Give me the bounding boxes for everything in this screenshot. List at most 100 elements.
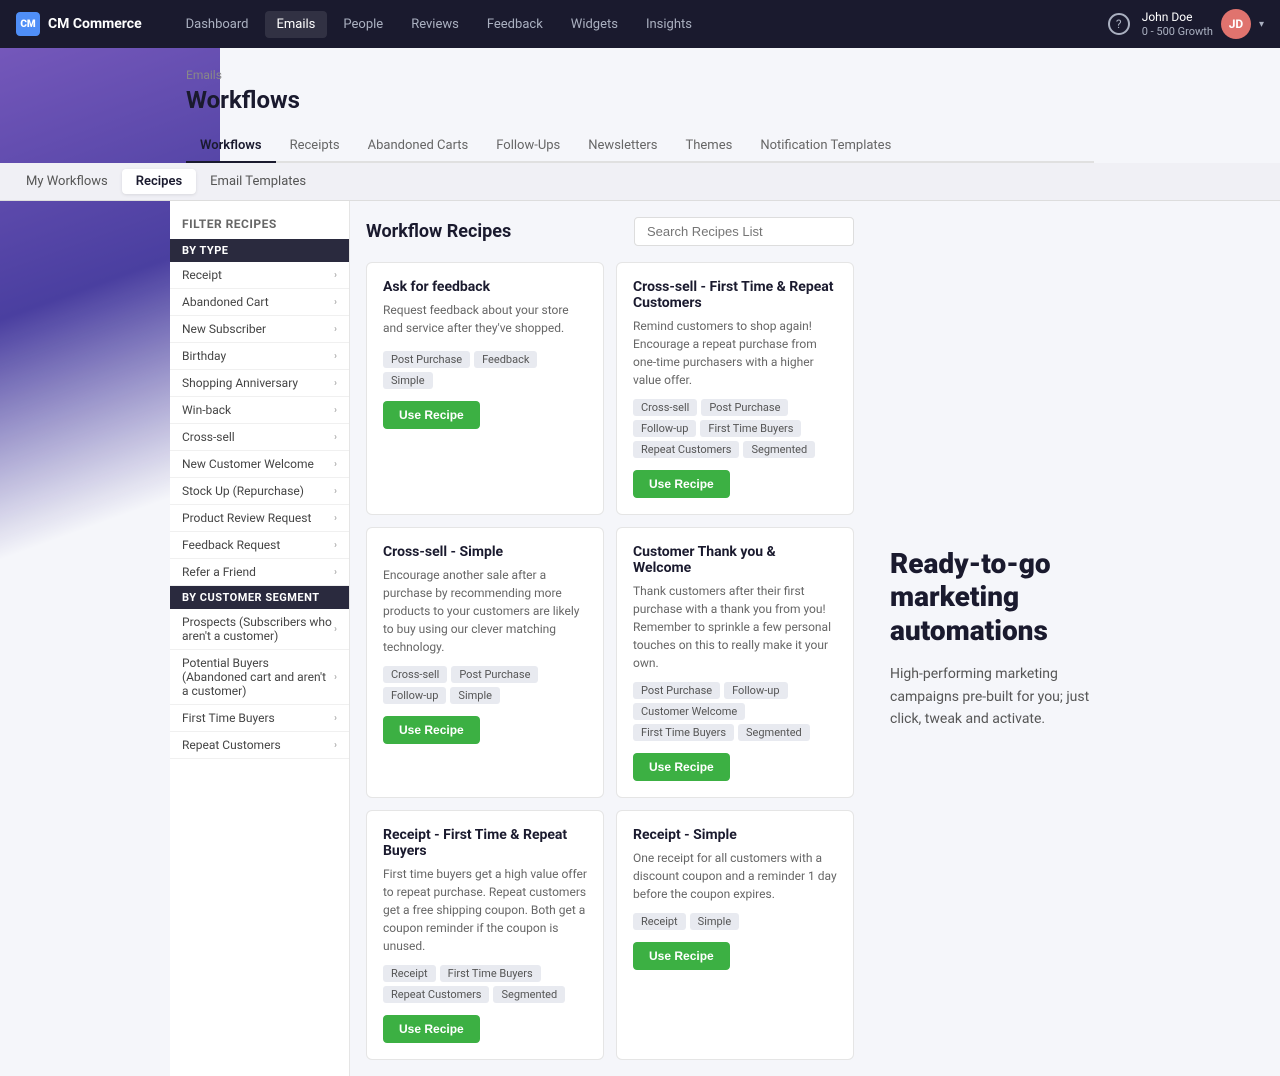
promo-desc: High-performing marketing campaigns pre-… (890, 663, 1090, 730)
recipe-tag: First Time Buyers (633, 724, 734, 741)
use-recipe-button[interactable]: Use Recipe (383, 716, 480, 744)
use-recipe-button[interactable]: Use Recipe (633, 470, 730, 498)
primary-tab-abandoned-carts[interactable]: Abandoned Carts (354, 130, 483, 163)
recipe-description: Remind customers to shop again! Encourag… (633, 317, 837, 389)
primary-tab-notification-templates[interactable]: Notification Templates (746, 130, 905, 163)
filter-item[interactable]: Birthday› (170, 343, 349, 370)
recipes-title: Workflow Recipes (366, 221, 511, 242)
filter-item[interactable]: Abandoned Cart› (170, 289, 349, 316)
outer-wrapper: Filter Recipes BY TYPEReceipt›Abandoned … (170, 201, 1110, 1076)
filter-item-label: Birthday (182, 349, 226, 363)
filter-item-label: Stock Up (Repurchase) (182, 484, 304, 498)
recipe-tag: Cross-sell (383, 666, 447, 683)
recipe-tag: Post Purchase (701, 399, 788, 416)
nav-right: ? John Doe 0 - 500 Growth JD ▾ (1108, 9, 1264, 39)
nav-item-reviews[interactable]: Reviews (399, 11, 471, 38)
filter-item[interactable]: Win-back› (170, 397, 349, 424)
recipe-tags: ReceiptFirst Time BuyersRepeat Customers… (383, 965, 587, 1003)
use-recipe-button[interactable]: Use Recipe (633, 753, 730, 781)
recipe-tags: Post PurchaseFollow-upCustomer WelcomeFi… (633, 682, 837, 741)
recipe-tag: Simple (450, 687, 500, 704)
secondary-tab-recipes[interactable]: Recipes (122, 169, 196, 194)
recipe-tag: Post Purchase (451, 666, 538, 683)
recipe-tag: Segmented (743, 441, 815, 458)
recipe-tags: Post PurchaseFeedback Simple (383, 351, 587, 389)
secondary-tab-my-workflows[interactable]: My Workflows (12, 169, 122, 194)
chevron-right-icon: › (334, 378, 337, 389)
filter-item-label: Receipt (182, 268, 222, 282)
recipe-card: Cross-sell - First Time & Repeat Custome… (616, 262, 854, 515)
filter-item-label: New Customer Welcome (182, 457, 314, 471)
nav-item-insights[interactable]: Insights (634, 11, 704, 38)
filter-item[interactable]: Receipt› (170, 262, 349, 289)
filter-item-label: Potential Buyers (Abandoned cart and are… (182, 656, 334, 698)
chevron-right-icon: › (334, 297, 337, 308)
filter-item[interactable]: Potential Buyers (Abandoned cart and are… (170, 650, 349, 705)
recipe-card: Cross-sell - SimpleEncourage another sal… (366, 527, 604, 798)
primary-tab-newsletters[interactable]: Newsletters (574, 130, 671, 163)
nav-item-dashboard[interactable]: Dashboard (174, 11, 261, 38)
recipe-name: Receipt - First Time & Repeat Buyers (383, 827, 587, 859)
filter-section-header-by-customer-segment: BY CUSTOMER SEGMENT (170, 586, 349, 609)
nav-item-people[interactable]: People (331, 11, 395, 38)
recipe-tag: Simple (383, 372, 433, 389)
recipe-tag: First Time Buyers (440, 965, 541, 982)
filter-item[interactable]: Stock Up (Repurchase) › (170, 478, 349, 505)
filter-item[interactable]: New Subscriber› (170, 316, 349, 343)
primary-tab-themes[interactable]: Themes (671, 130, 746, 163)
chevron-right-icon: › (334, 740, 337, 751)
filter-item[interactable]: Refer a Friend› (170, 559, 349, 586)
chevron-right-icon: › (334, 405, 337, 416)
nav-item-feedback[interactable]: Feedback (475, 11, 555, 38)
top-navigation: CM CM Commerce DashboardEmailsPeopleRevi… (0, 0, 1280, 48)
breadcrumb: Emails (186, 68, 1094, 82)
filter-title: Filter Recipes (170, 213, 349, 239)
filter-item[interactable]: Prospects (Subscribers who aren't a cust… (170, 609, 349, 650)
use-recipe-button[interactable]: Use Recipe (383, 1015, 480, 1043)
primary-tab-receipts[interactable]: Receipts (276, 130, 354, 163)
filter-item[interactable]: Shopping Anniversary › (170, 370, 349, 397)
brand-name: CM Commerce (48, 16, 142, 32)
recipe-tag: Receipt (383, 965, 436, 982)
recipe-tag: Simple (690, 913, 740, 930)
filter-item[interactable]: Product Review Request› (170, 505, 349, 532)
chevron-right-icon: › (334, 324, 337, 335)
chevron-right-icon: › (334, 513, 337, 524)
recipe-tag: Segmented (493, 986, 565, 1003)
secondary-tab-email-templates[interactable]: Email Templates (196, 169, 320, 194)
recipe-tags: Cross-sellPost PurchaseFollow-upFirst Ti… (633, 399, 837, 458)
chevron-right-icon: › (334, 624, 337, 635)
recipe-card: Receipt - First Time & Repeat Buyers Firs… (366, 810, 604, 1060)
recipes-area: Workflow Recipes Ask for feedbackRequest… (350, 201, 870, 1076)
recipe-name: Ask for feedback (383, 279, 587, 295)
filter-sidebar: Filter Recipes BY TYPEReceipt›Abandoned … (170, 201, 350, 1076)
primary-tab-workflows[interactable]: Workflows (186, 130, 276, 163)
filter-item-label: Feedback Request (182, 538, 280, 552)
recipe-tag: Customer Welcome (633, 703, 745, 720)
recipe-tags: Cross-sellPost PurchaseFollow-upSimple (383, 666, 587, 704)
brand-logo[interactable]: CM CM Commerce (16, 12, 142, 36)
primary-tabs: WorkflowsReceiptsAbandoned CartsFollow-U… (186, 130, 1094, 163)
use-recipe-button[interactable]: Use Recipe (383, 401, 480, 429)
primary-tab-follow-ups[interactable]: Follow-Ups (482, 130, 574, 163)
recipe-tag: Feedback (474, 351, 537, 368)
promo-title: Ready-to-go marketing automations (890, 547, 1090, 648)
filter-item[interactable]: New Customer Welcome› (170, 451, 349, 478)
filter-item[interactable]: Feedback Request› (170, 532, 349, 559)
user-name: John Doe (1142, 10, 1213, 26)
use-recipe-button[interactable]: Use Recipe (633, 942, 730, 970)
nav-items: DashboardEmailsPeopleReviewsFeedbackWidg… (174, 11, 1108, 38)
nav-item-emails[interactable]: Emails (265, 11, 328, 38)
recipe-tag: Segmented (738, 724, 810, 741)
chevron-right-icon: › (334, 486, 337, 497)
filter-item[interactable]: Repeat Customers› (170, 732, 349, 759)
nav-item-widgets[interactable]: Widgets (559, 11, 630, 38)
user-menu[interactable]: John Doe 0 - 500 Growth JD ▾ (1142, 9, 1264, 39)
search-input[interactable] (634, 217, 854, 246)
filter-item[interactable]: First Time Buyers› (170, 705, 349, 732)
filter-item-label: Shopping Anniversary (182, 376, 298, 390)
help-button[interactable]: ? (1108, 13, 1130, 35)
filter-item[interactable]: Cross-sell› (170, 424, 349, 451)
recipe-tag: Post Purchase (383, 351, 470, 368)
recipe-tag: Post Purchase (633, 682, 720, 699)
